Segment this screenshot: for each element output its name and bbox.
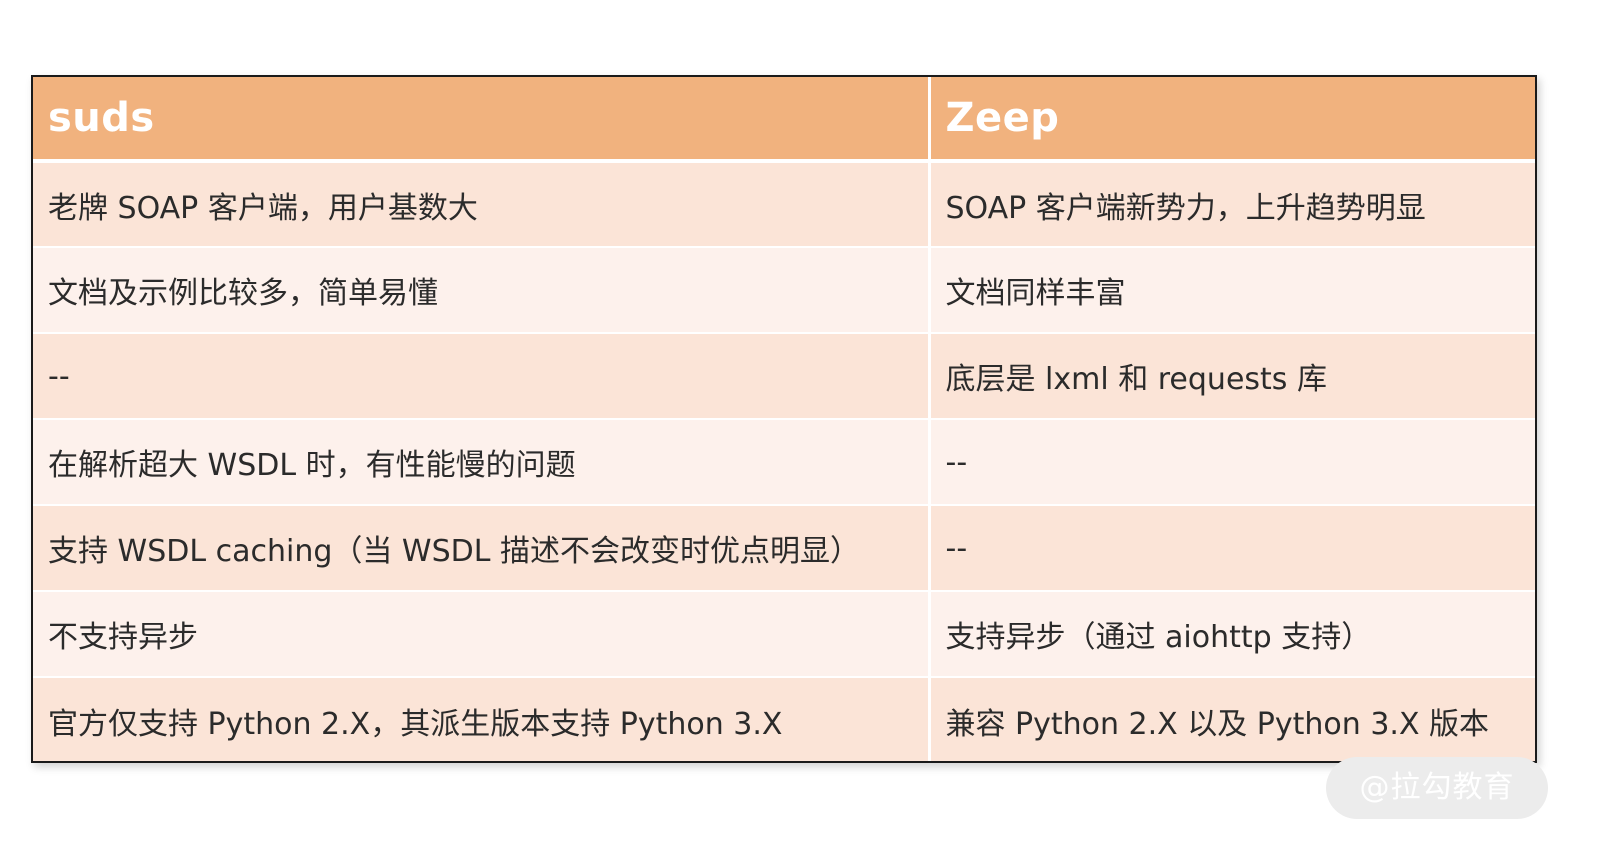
suds-cell: 老牌 SOAP 客户端，用户基数大 xyxy=(33,160,929,247)
zeep-cell: 支持异步（通过 aiohttp 支持） xyxy=(927,590,1535,677)
suds-cell: 官方仅支持 Python 2.X，其派生版本支持 Python 3.X xyxy=(33,676,929,761)
table-row: 官方仅支持 Python 2.X，其派生版本支持 Python 3.X 兼容 P… xyxy=(33,676,1535,761)
suds-cell: 在解析超大 WSDL 时，有性能慢的问题 xyxy=(33,418,929,505)
header-zeep: Zeep xyxy=(927,77,1535,163)
suds-cell: -- xyxy=(33,332,929,419)
table-row: 在解析超大 WSDL 时，有性能慢的问题 -- xyxy=(33,418,1535,505)
zeep-cell: 兼容 Python 2.X 以及 Python 3.X 版本 xyxy=(927,676,1535,761)
suds-cell: 支持 WSDL caching（当 WSDL 描述不会改变时优点明显） xyxy=(33,504,929,591)
zeep-cell: SOAP 客户端新势力，上升趋势明显 xyxy=(927,160,1535,247)
table-row: -- 底层是 lxml 和 requests 库 xyxy=(33,332,1535,419)
zeep-cell: 底层是 lxml 和 requests 库 xyxy=(927,332,1535,419)
suds-cell: 不支持异步 xyxy=(33,590,929,677)
comparison-table: suds Zeep 老牌 SOAP 客户端，用户基数大 SOAP 客户端新势力，… xyxy=(31,75,1537,763)
table-row: 老牌 SOAP 客户端，用户基数大 SOAP 客户端新势力，上升趋势明显 xyxy=(33,160,1535,247)
zeep-cell: -- xyxy=(927,418,1535,505)
table-row: 文档及示例比较多，简单易懂 文档同样丰富 xyxy=(33,246,1535,333)
table-header-row: suds Zeep xyxy=(33,77,1535,163)
header-suds: suds xyxy=(33,77,929,163)
table-row: 支持 WSDL caching（当 WSDL 描述不会改变时优点明显） -- xyxy=(33,504,1535,591)
comparison-table-grid: suds Zeep 老牌 SOAP 客户端，用户基数大 SOAP 客户端新势力，… xyxy=(33,77,1535,761)
zeep-cell: 文档同样丰富 xyxy=(927,246,1535,333)
table-row: 不支持异步 支持异步（通过 aiohttp 支持） xyxy=(33,590,1535,677)
zeep-cell: -- xyxy=(927,504,1535,591)
suds-cell: 文档及示例比较多，简单易懂 xyxy=(33,246,929,333)
watermark: @拉勾教育 xyxy=(1326,757,1548,819)
